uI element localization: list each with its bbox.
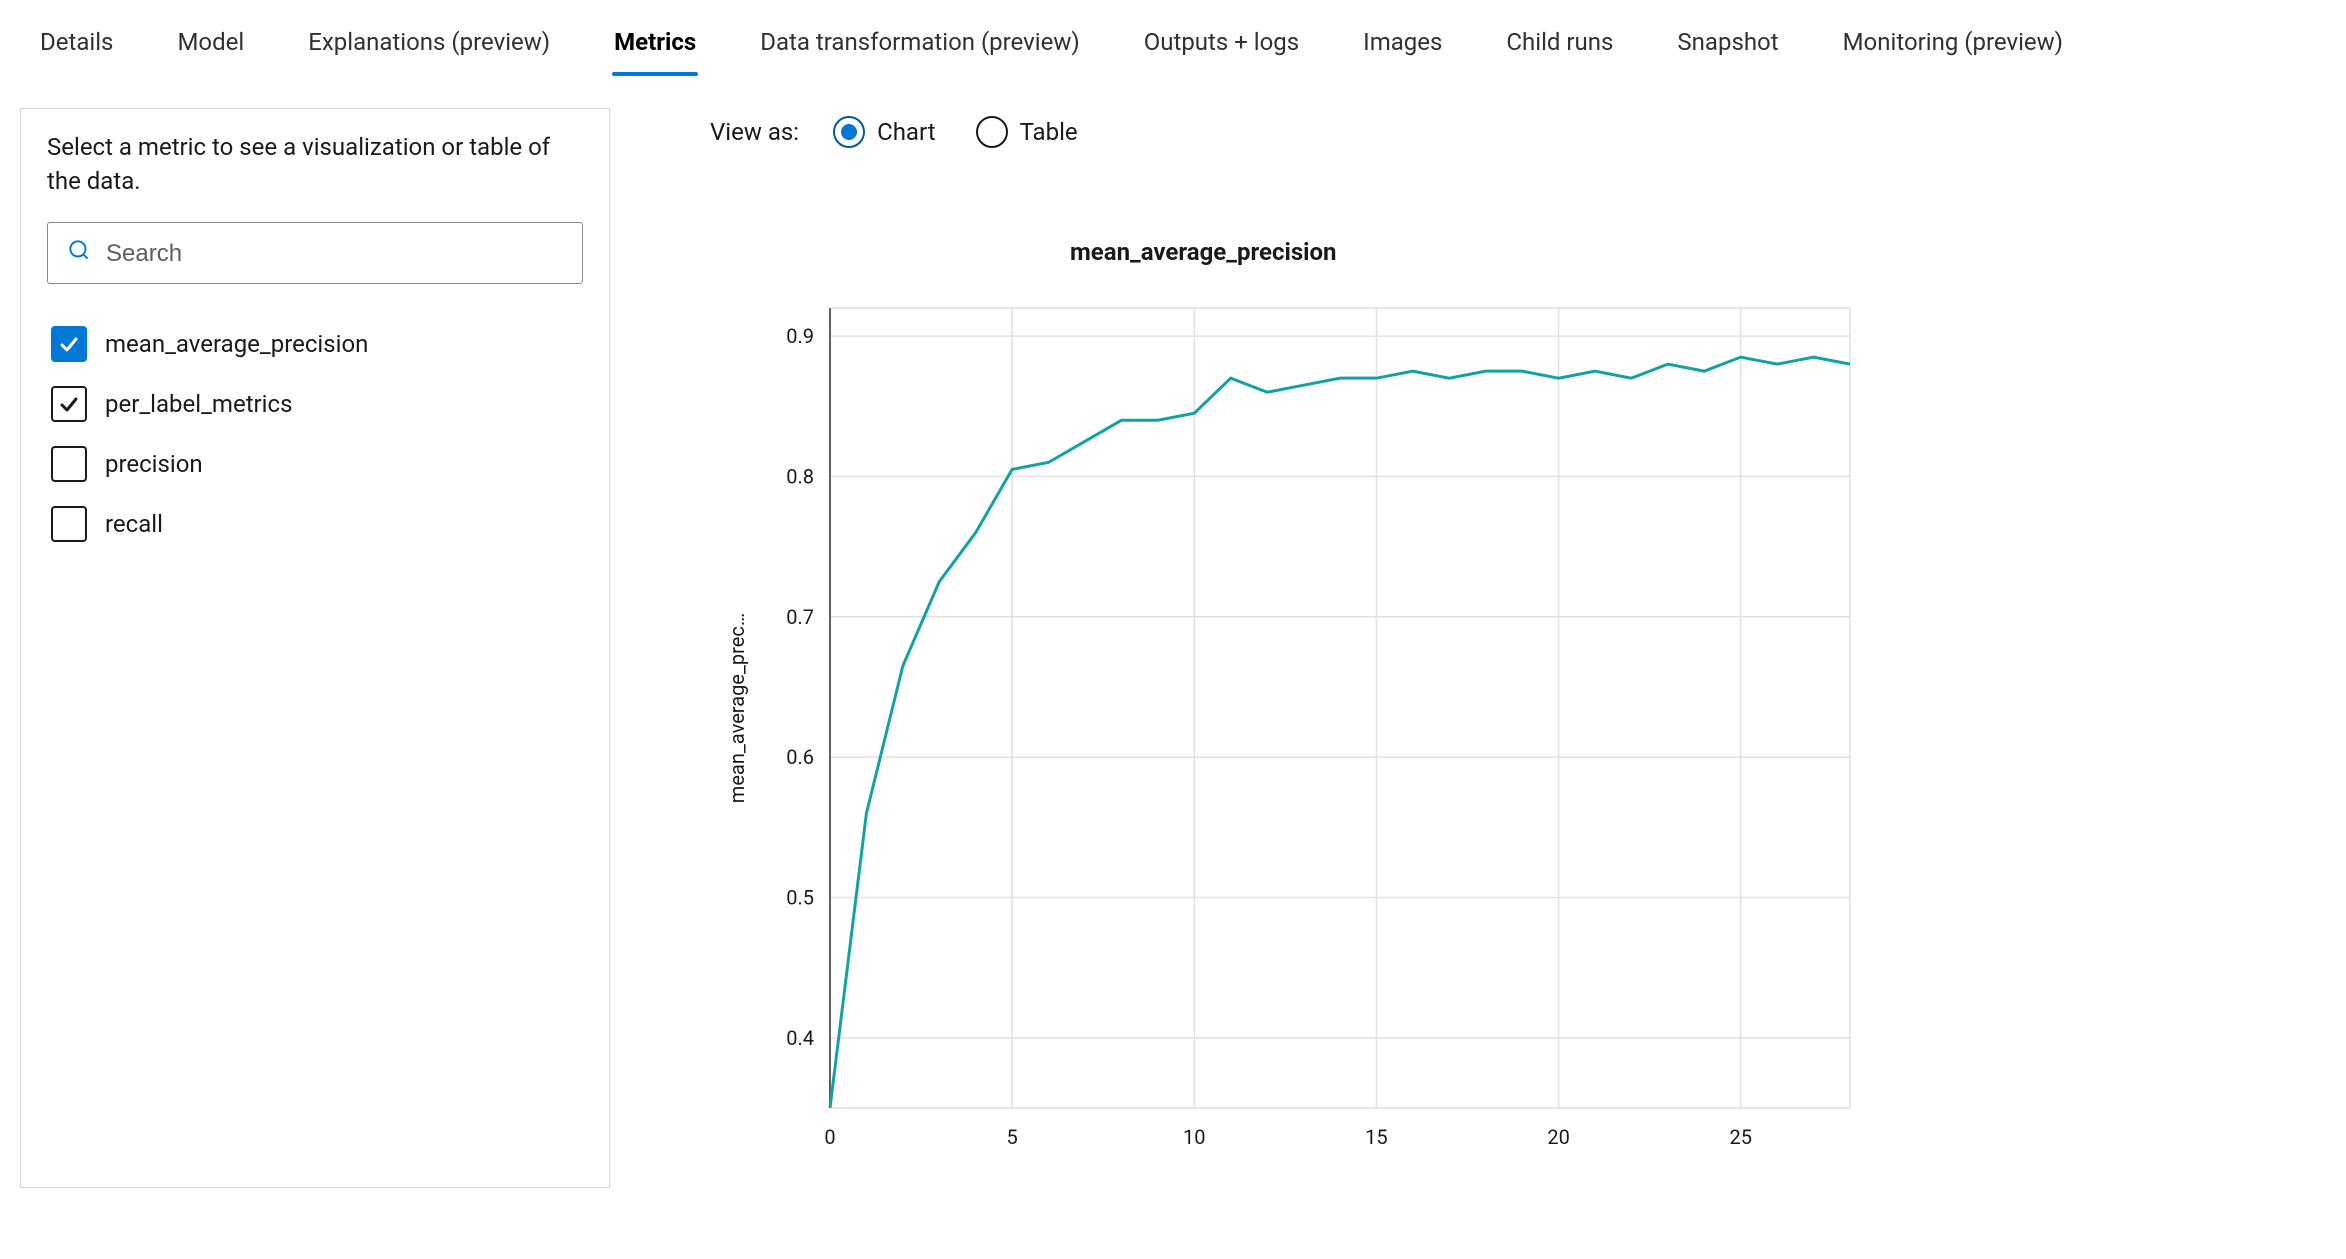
checkbox-mean-average-precision[interactable]	[51, 326, 87, 362]
chart-container: mean_average_precision 0.40.50.60.70.80.…	[660, 170, 2346, 1188]
tab-child-runs[interactable]: Child runs	[1504, 16, 1615, 76]
svg-text:0.9: 0.9	[786, 324, 814, 348]
svg-text:mean_average_prec…: mean_average_prec…	[725, 613, 749, 803]
svg-text:0.4: 0.4	[786, 1026, 814, 1050]
metric-item-recall[interactable]: recall	[47, 496, 583, 556]
tab-snapshot[interactable]: Snapshot	[1675, 16, 1780, 76]
metric-label-mean-average-precision: mean_average_precision	[105, 330, 368, 358]
main-area: Select a metric to see a visualization o…	[0, 76, 2346, 1188]
svg-text:5: 5	[1007, 1125, 1018, 1149]
metric-item-per-label-metrics[interactable]: per_label_metrics	[47, 376, 583, 436]
metrics-sidebar: Select a metric to see a visualization o…	[20, 108, 610, 1188]
checkbox-precision[interactable]	[51, 446, 87, 482]
radio-dot-icon	[833, 116, 865, 148]
tab-explanations-preview[interactable]: Explanations (preview)	[306, 16, 552, 76]
view-as-label: View as:	[710, 118, 799, 146]
viewas-radio-table[interactable]: Table	[976, 116, 1078, 148]
checkbox-recall[interactable]	[51, 506, 87, 542]
svg-text:0.5: 0.5	[786, 885, 814, 909]
tab-images[interactable]: Images	[1361, 16, 1444, 76]
line-chart[interactable]: 0.4 0.5 0.6 0.7 0.8 0.9 0 5 10 15 20 25 mean_average…	[700, 288, 1860, 1188]
metric-label-precision: precision	[105, 450, 203, 478]
tab-outputs-logs[interactable]: Outputs + logs	[1142, 16, 1301, 76]
tab-model[interactable]: Model	[175, 16, 246, 76]
svg-text:0: 0	[824, 1125, 835, 1149]
view-as-group: View as: Chart Table	[660, 108, 2346, 170]
chart-title: mean_average_precision	[700, 238, 2346, 266]
metric-label-recall: recall	[105, 510, 163, 538]
metric-item-mean-average-precision[interactable]: mean_average_precision	[47, 316, 583, 376]
tab-data-transformation-preview[interactable]: Data transformation (preview)	[758, 16, 1081, 76]
search-input-wrapper[interactable]	[47, 222, 583, 284]
svg-text:0.6: 0.6	[786, 745, 814, 769]
tab-bar: Details Model Explanations (preview) Metric…	[0, 0, 2346, 76]
viewas-label-table: Table	[1020, 118, 1078, 146]
search-input[interactable]	[104, 238, 566, 269]
svg-text:25: 25	[1729, 1125, 1751, 1149]
svg-text:20: 20	[1547, 1125, 1569, 1149]
metric-list: mean_average_precision per_label_metricsp…	[47, 316, 583, 556]
search-icon	[66, 237, 92, 269]
svg-text:0.8: 0.8	[786, 464, 814, 488]
svg-text:15: 15	[1365, 1125, 1387, 1149]
radio-dot-icon	[976, 116, 1008, 148]
metric-item-precision[interactable]: precision	[47, 436, 583, 496]
viewas-radio-chart[interactable]: Chart	[833, 116, 935, 148]
tab-details[interactable]: Details	[38, 16, 115, 76]
svg-text:0.7: 0.7	[786, 605, 814, 629]
tab-metrics[interactable]: Metrics	[612, 16, 698, 76]
tab-monitoring-preview[interactable]: Monitoring (preview)	[1841, 16, 2065, 76]
svg-text:10: 10	[1183, 1125, 1205, 1149]
metrics-panel: View as: Chart Table mean_average_precisi…	[660, 108, 2346, 1188]
viewas-label-chart: Chart	[877, 118, 935, 146]
sidebar-hint: Select a metric to see a visualization o…	[47, 131, 583, 198]
view-as-radios: Chart Table	[833, 116, 1078, 148]
metric-label-per-label-metrics: per_label_metrics	[105, 390, 292, 418]
checkbox-per-label-metrics[interactable]	[51, 386, 87, 422]
